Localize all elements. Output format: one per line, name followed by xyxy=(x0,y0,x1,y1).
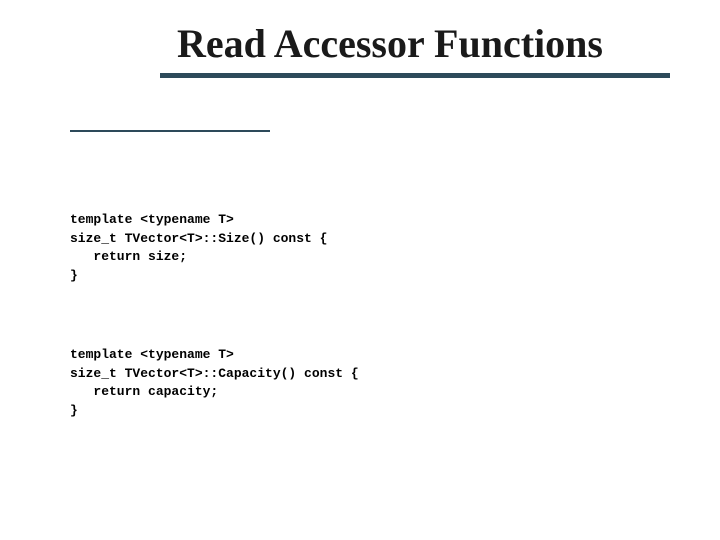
rule-thick xyxy=(160,73,670,78)
title-rules xyxy=(70,73,670,133)
code-block-size: template <typename T> size_t TVector<T>:… xyxy=(70,211,670,286)
code-area: template <typename T> size_t TVector<T>:… xyxy=(70,173,670,481)
rule-thin xyxy=(70,130,270,132)
title-block: Read Accessor Functions xyxy=(70,20,670,133)
slide: Read Accessor Functions template <typena… xyxy=(0,0,720,540)
code-block-capacity: template <typename T> size_t TVector<T>:… xyxy=(70,346,670,421)
slide-title: Read Accessor Functions xyxy=(110,20,670,73)
